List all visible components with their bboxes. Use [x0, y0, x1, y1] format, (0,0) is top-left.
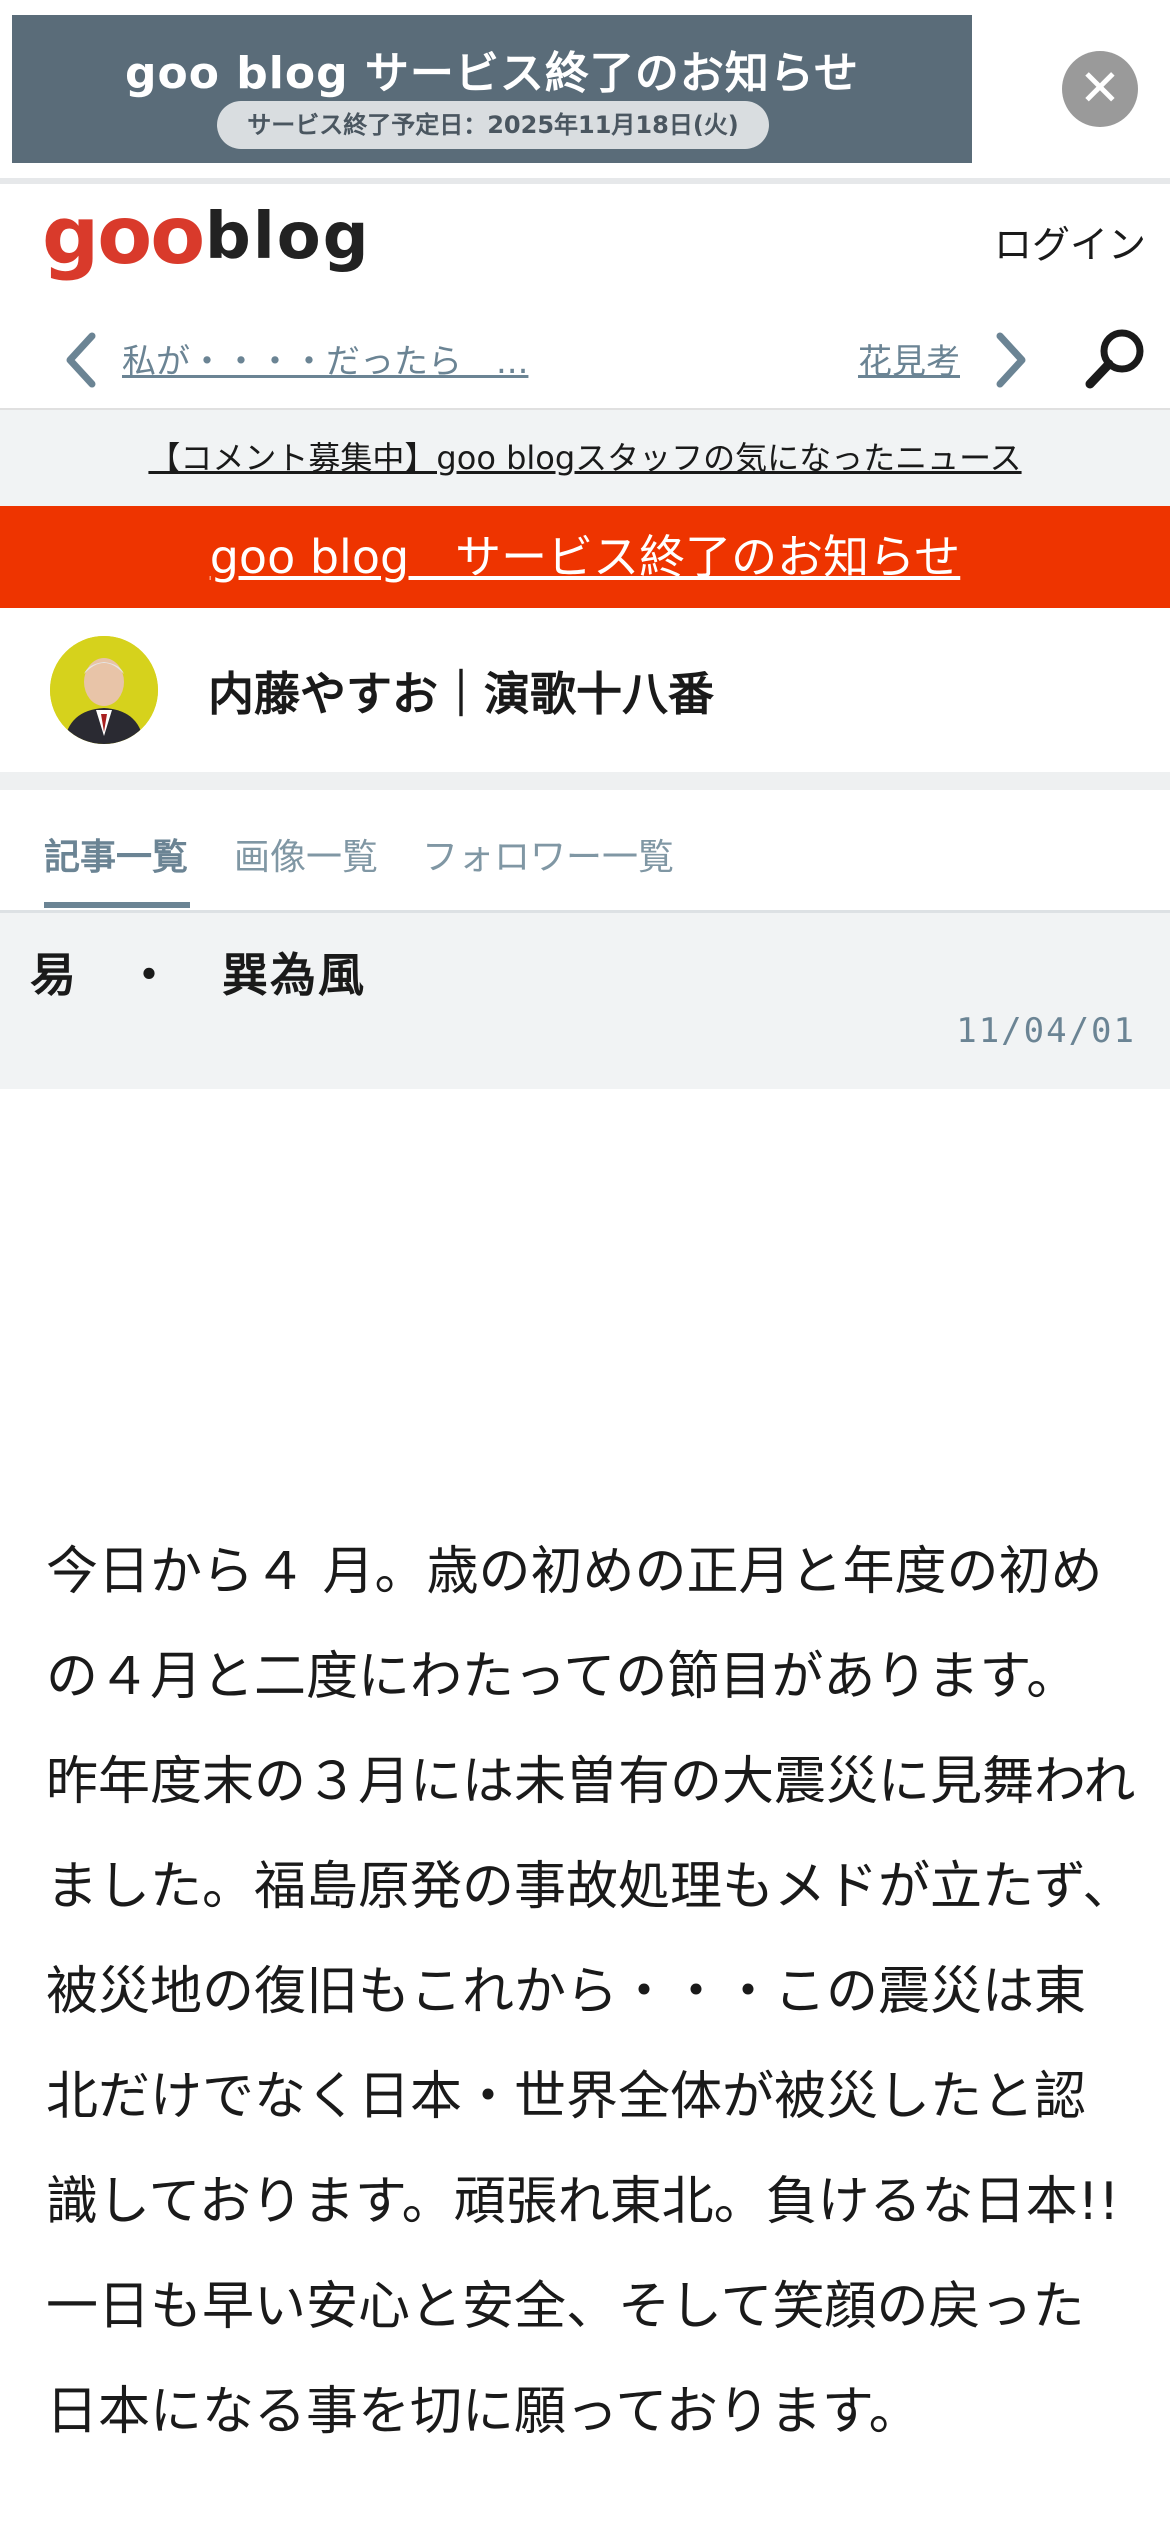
- chevron-right-icon[interactable]: [990, 330, 1030, 390]
- chevron-left-icon[interactable]: [62, 330, 102, 390]
- next-article-link[interactable]: 花見考: [858, 334, 960, 383]
- tab-images[interactable]: 画像一覧: [234, 828, 378, 880]
- avatar-image: [50, 636, 158, 744]
- prev-article-link[interactable]: 私が・・・・だったら ...: [122, 334, 528, 383]
- service-end-notice: goo blog サービス終了のお知らせ: [0, 506, 1170, 608]
- tab-followers[interactable]: フォロワー一覧: [422, 828, 674, 880]
- blog-tabs: 記事一覧 画像一覧 フォロワー一覧: [0, 790, 1170, 912]
- divider: [0, 178, 1170, 184]
- article-nav: 私が・・・・だったら ... 花見考: [0, 310, 1170, 406]
- blog-header: 内藤やすお｜演歌十八番: [0, 608, 1170, 772]
- article-paragraph: 昨年度末の３月には未曽有の大震災に見舞われました。福島原発の事故処理もメドが立た…: [46, 1752, 1136, 2442]
- article-paragraph: 今日から４ 月。歳の初めの正月と年度の初めの４月と二度にわたっての節目があります…: [46, 1542, 1103, 1707]
- tab-articles[interactable]: 記事一覧: [44, 828, 188, 880]
- logo-blog: blog: [205, 200, 371, 274]
- staff-news-bar: 【コメント募集中】goo blogスタッフの気になったニュース: [0, 410, 1170, 506]
- blog-title[interactable]: 内藤やすお｜演歌十八番: [208, 658, 714, 724]
- article-date: 11/04/01: [956, 1011, 1136, 1051]
- active-tab-indicator: [44, 902, 190, 908]
- login-link[interactable]: ログイン: [994, 214, 1146, 269]
- service-end-ad[interactable]: goo blog サービス終了のお知らせ サービス終了予定日：2025年11月1…: [0, 0, 1170, 184]
- article-title: 易 ・ 巽為風: [30, 948, 366, 1002]
- avatar[interactable]: [50, 636, 158, 744]
- ad-title: goo blog サービス終了のお知らせ: [124, 48, 859, 99]
- divider: [0, 772, 1170, 790]
- staff-news-link[interactable]: 【コメント募集中】goo blogスタッフの気になったニュース: [148, 439, 1021, 477]
- ad-date-pill: サービス終了予定日：2025年11月18日(火): [217, 101, 769, 149]
- article-header: 易 ・ 巽為風 11/04/01: [0, 913, 1170, 1089]
- ad-banner-image[interactable]: goo blog サービス終了のお知らせ サービス終了予定日：2025年11月1…: [12, 15, 972, 163]
- service-end-notice-link[interactable]: goo blog サービス終了のお知らせ: [210, 530, 961, 584]
- search-icon[interactable]: [1084, 326, 1148, 390]
- article-body: 今日から４ 月。歳の初めの正月と年度の初めの４月と二度にわたっての節目があります…: [46, 1520, 1136, 2465]
- logo-goo: goo: [42, 189, 205, 282]
- close-icon[interactable]: ✕: [1062, 51, 1138, 127]
